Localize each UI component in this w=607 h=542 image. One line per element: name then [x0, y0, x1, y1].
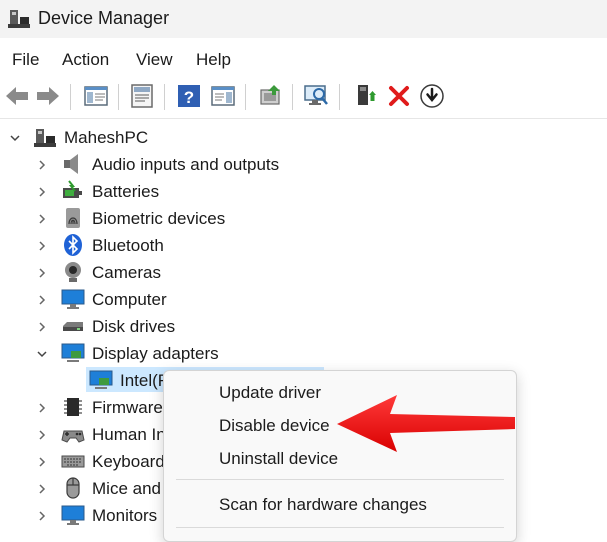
category-display-adapters[interactable]: Display adapters: [0, 340, 607, 367]
category-label: Firmware: [92, 398, 163, 417]
battery-icon: [63, 180, 82, 198]
disable-device-icon[interactable]: [418, 82, 446, 110]
category-label: Monitors: [92, 506, 158, 525]
menu-action[interactable]: Action: [62, 50, 109, 70]
menu-view[interactable]: View: [136, 50, 173, 70]
display-adapter-icon: [89, 370, 113, 389]
menu-item-disable-device[interactable]: Disable device: [219, 416, 330, 436]
update-driver-icon[interactable]: [256, 82, 284, 110]
scan-hardware-icon[interactable]: [302, 82, 330, 110]
monitor-icon: [61, 289, 85, 309]
chevron-right-icon[interactable]: [36, 456, 48, 468]
menu-file[interactable]: File: [12, 50, 39, 70]
forward-arrow-icon[interactable]: [34, 82, 62, 110]
computer-icon: [34, 129, 56, 147]
chevron-right-icon[interactable]: [36, 186, 48, 198]
chevron-right-icon[interactable]: [36, 429, 48, 441]
back-arrow-icon[interactable]: [3, 82, 31, 110]
menu-bar: File Action View Help: [0, 38, 607, 76]
toolbar-separator: [70, 84, 71, 110]
keyboard-icon: [61, 455, 85, 468]
menu-item-uninstall-device[interactable]: Uninstall device: [219, 449, 338, 469]
chevron-right-icon[interactable]: [36, 267, 48, 279]
category-bluetooth[interactable]: Bluetooth: [0, 232, 607, 259]
tree-root-label: MaheshPC: [64, 128, 149, 147]
chevron-right-icon[interactable]: [36, 159, 48, 171]
chevron-right-icon[interactable]: [36, 483, 48, 495]
category-label: Audio inputs and outputs: [92, 155, 280, 174]
category-label: Biometric devices: [92, 209, 226, 228]
category-label: Cameras: [92, 263, 161, 282]
toolbar-separator: [164, 84, 165, 110]
monitor-icon: [61, 505, 85, 525]
toolbar-separator: [118, 84, 119, 110]
chip-icon: [64, 398, 82, 416]
fingerprint-icon: [66, 208, 80, 228]
action-pane-icon[interactable]: [209, 82, 237, 110]
display-adapter-icon: [61, 343, 85, 362]
title-bar: Device Manager: [0, 0, 607, 38]
chevron-right-icon[interactable]: [36, 321, 48, 333]
help-icon[interactable]: ?: [175, 82, 203, 110]
enable-device-icon[interactable]: [352, 82, 380, 110]
chevron-right-icon[interactable]: [36, 510, 48, 522]
bluetooth-icon: [64, 234, 82, 256]
console-tree-icon[interactable]: [82, 82, 110, 110]
category-label: Keyboards: [92, 452, 174, 471]
category-label: Computer: [92, 290, 167, 309]
disk-drive-icon: [63, 322, 83, 331]
chevron-down-icon[interactable]: [9, 132, 21, 144]
menu-item-scan-for-hardware-changes[interactable]: Scan for hardware changes: [219, 495, 427, 515]
category-computer[interactable]: Computer: [0, 286, 607, 313]
chevron-down-icon[interactable]: [36, 348, 48, 360]
category-label: Batteries: [92, 182, 160, 201]
category-label: Display adapters: [92, 344, 219, 363]
category-cameras[interactable]: Cameras: [0, 259, 607, 286]
category-audio-inputs-and-outputs[interactable]: Audio inputs and outputs: [0, 151, 607, 178]
toolbar-separator: [245, 84, 246, 110]
menu-separator: [176, 479, 504, 480]
tree-root[interactable]: MaheshPC: [0, 124, 607, 151]
mouse-icon: [66, 477, 80, 499]
menu-separator: [176, 527, 504, 528]
toolbar-separator: [292, 84, 293, 110]
category-disk-drives[interactable]: Disk drives: [0, 313, 607, 340]
uninstall-device-icon[interactable]: [385, 82, 413, 110]
toolbar-separator: [339, 84, 340, 110]
category-biometric-devices[interactable]: Biometric devices: [0, 205, 607, 232]
category-label: Disk drives: [92, 317, 176, 336]
chevron-right-icon[interactable]: [36, 294, 48, 306]
device-manager-icon: [8, 10, 30, 28]
toolbar: ?: [0, 76, 607, 119]
speaker-icon: [64, 154, 78, 174]
chevron-right-icon[interactable]: [36, 240, 48, 252]
window-title: Device Manager: [38, 8, 170, 28]
red-pointer-arrow-icon: [337, 395, 515, 452]
menu-item-update-driver[interactable]: Update driver: [219, 383, 321, 403]
category-label: Bluetooth: [92, 236, 164, 255]
gamepad-icon: [61, 430, 85, 443]
webcam-icon: [65, 262, 81, 282]
menu-help[interactable]: Help: [196, 50, 231, 70]
chevron-right-icon[interactable]: [36, 213, 48, 225]
chevron-right-icon[interactable]: [36, 402, 48, 414]
svg-text:?: ?: [184, 88, 194, 107]
category-batteries[interactable]: Batteries: [0, 178, 607, 205]
properties-icon[interactable]: [128, 82, 156, 110]
